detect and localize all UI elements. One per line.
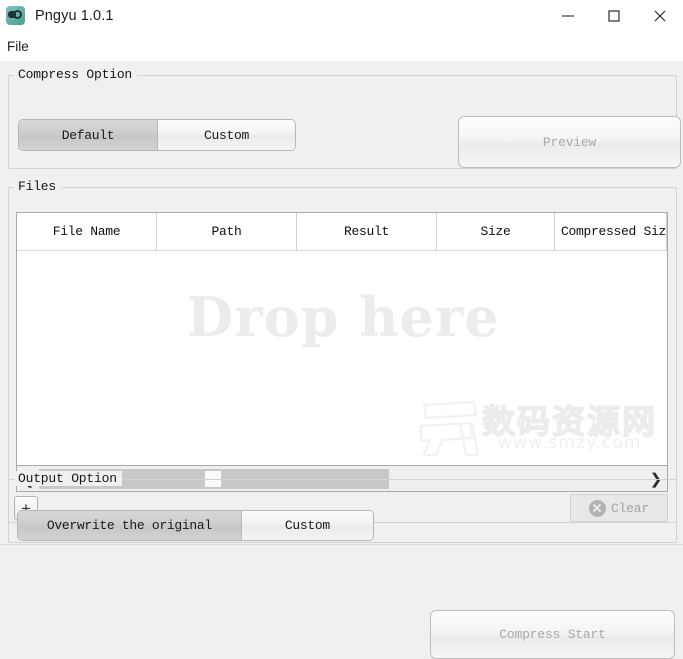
window-controls [545,0,683,31]
compress-option-legend: Compress Option [14,67,138,82]
bottom-divider [0,544,683,545]
main-content: Compress Option Default Custom Preview F… [0,61,683,659]
pngyu-app-icon [6,6,25,25]
output-mode-custom[interactable]: Custom [240,511,373,540]
column-header-result[interactable]: Result [297,213,437,250]
output-mode-overwrite[interactable]: Overwrite the original [18,511,241,540]
column-header-file-name[interactable]: File Name [17,213,157,250]
column-header-size[interactable]: Size [437,213,555,250]
output-option-legend: Output Option [14,471,122,486]
maximize-icon[interactable] [591,0,637,31]
column-header-path[interactable]: Path [157,213,297,250]
compress-start-button[interactable]: Compress Start [430,610,675,659]
output-mode-toggle[interactable]: Overwrite the original Custom [17,510,374,541]
compress-option-group: Compress Option Default Custom Preview [8,67,681,169]
menu-item-file[interactable]: File [0,36,37,57]
output-option-group: Output Option Overwrite the original Cus… [8,471,677,543]
compress-mode-default[interactable]: Default [19,120,157,150]
drop-hint-text: Drop here [186,285,500,349]
compress-mode-custom[interactable]: Custom [157,120,295,150]
column-header-compressed-size[interactable]: Compressed Size [555,213,667,250]
window-title: Pngyu 1.0.1 [35,7,114,24]
minimize-icon[interactable] [545,0,591,31]
title-bar: Pngyu 1.0.1 [0,0,683,31]
compress-mode-toggle[interactable]: Default Custom [18,119,296,151]
close-icon[interactable] [637,0,683,31]
files-table[interactable]: File Name Path Result Size Compressed Si… [16,212,668,466]
preview-button[interactable]: Preview [458,116,681,168]
files-legend: Files [14,179,62,194]
menu-bar: File [0,31,683,61]
files-table-header: File Name Path Result Size Compressed Si… [17,213,667,251]
